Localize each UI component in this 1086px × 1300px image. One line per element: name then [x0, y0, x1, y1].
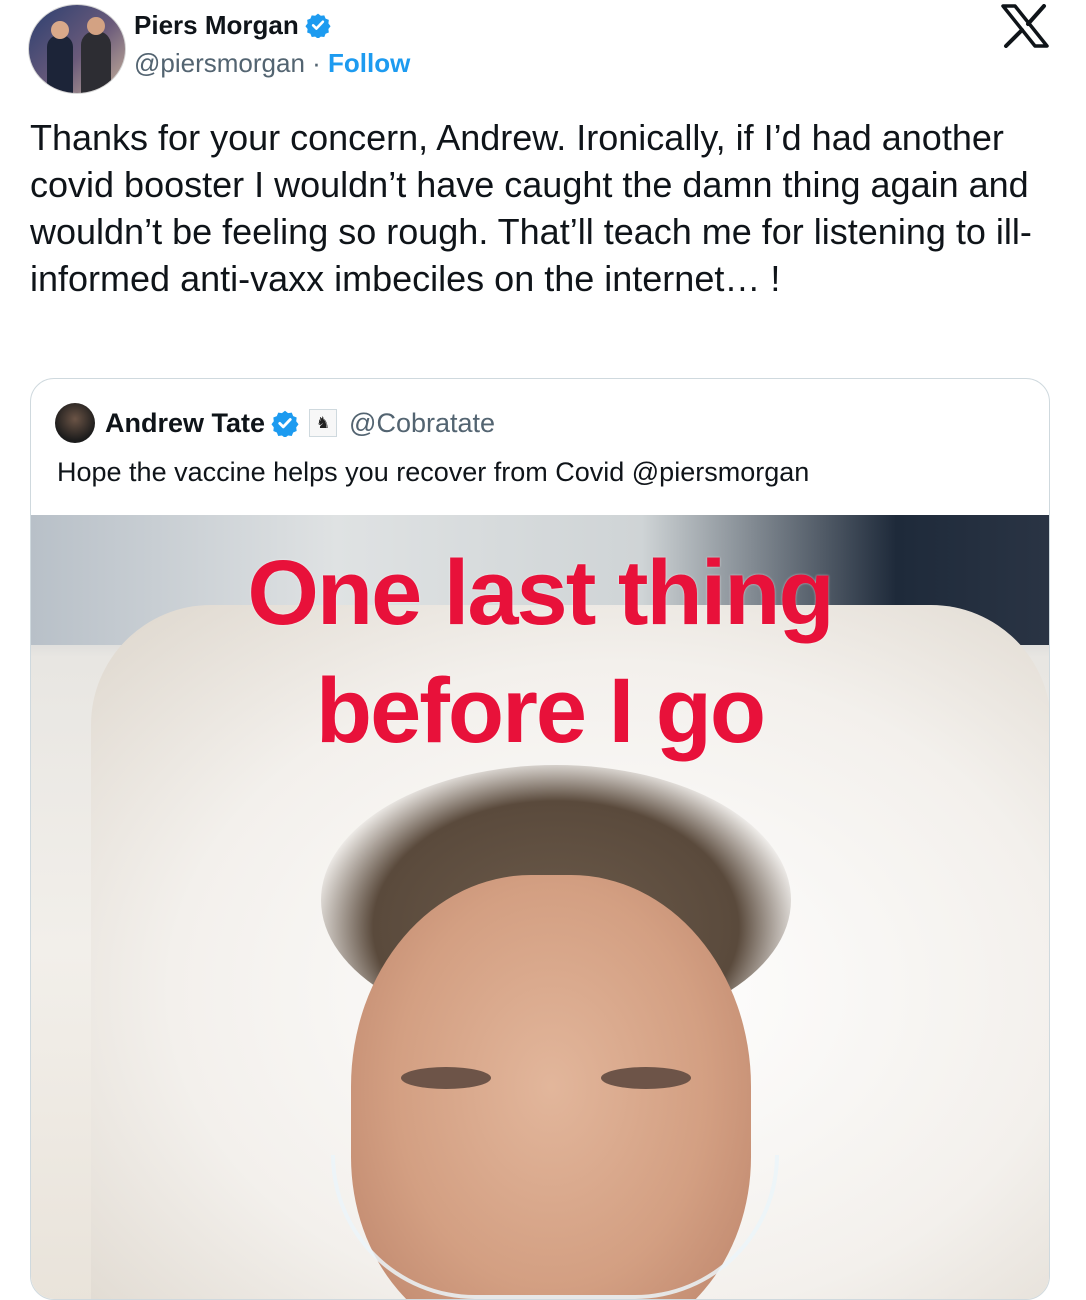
quoted-handle[interactable]: @Cobratate — [349, 408, 495, 439]
handle-separator: · — [312, 48, 321, 78]
tweet-text: Thanks for your concern, Andrew. Ironica… — [30, 117, 1032, 299]
verified-badge-icon — [271, 410, 299, 437]
author-handle[interactable]: @piersmorgan — [134, 48, 305, 78]
quoted-header: Andrew Tate ♞ @Cobratate — [55, 403, 495, 443]
quoted-tweet[interactable]: Andrew Tate ♞ @Cobratate Hope the vaccin… — [30, 378, 1050, 1300]
author-avatar[interactable] — [28, 4, 126, 94]
author-display-name[interactable]: Piers Morgan — [134, 10, 299, 40]
quoted-display-name[interactable]: Andrew Tate — [105, 408, 265, 439]
verified-badge-icon — [305, 13, 331, 38]
affiliate-badge-icon: ♞ — [309, 409, 338, 437]
left-eye — [401, 1067, 491, 1089]
follow-button[interactable]: Follow — [328, 48, 410, 78]
quoted-text: Hope the vaccine helps you recover from … — [57, 457, 810, 487]
tweet-header: Piers Morgan @piersmorgan · Follow — [28, 4, 1058, 94]
right-eye — [601, 1067, 691, 1089]
author-name-row: Piers Morgan — [134, 10, 331, 40]
overlay-line-1: One last thing — [247, 542, 834, 644]
quoted-media-image[interactable]: One last thing before I go — [31, 515, 1049, 1299]
overlay-line-2: before I go — [315, 660, 766, 762]
quoted-avatar[interactable] — [55, 403, 95, 443]
x-logo-icon[interactable] — [1000, 4, 1050, 48]
author-handle-row: @piersmorgan · Follow — [134, 48, 410, 78]
media-overlay-text: One last thing before I go — [31, 543, 1049, 761]
